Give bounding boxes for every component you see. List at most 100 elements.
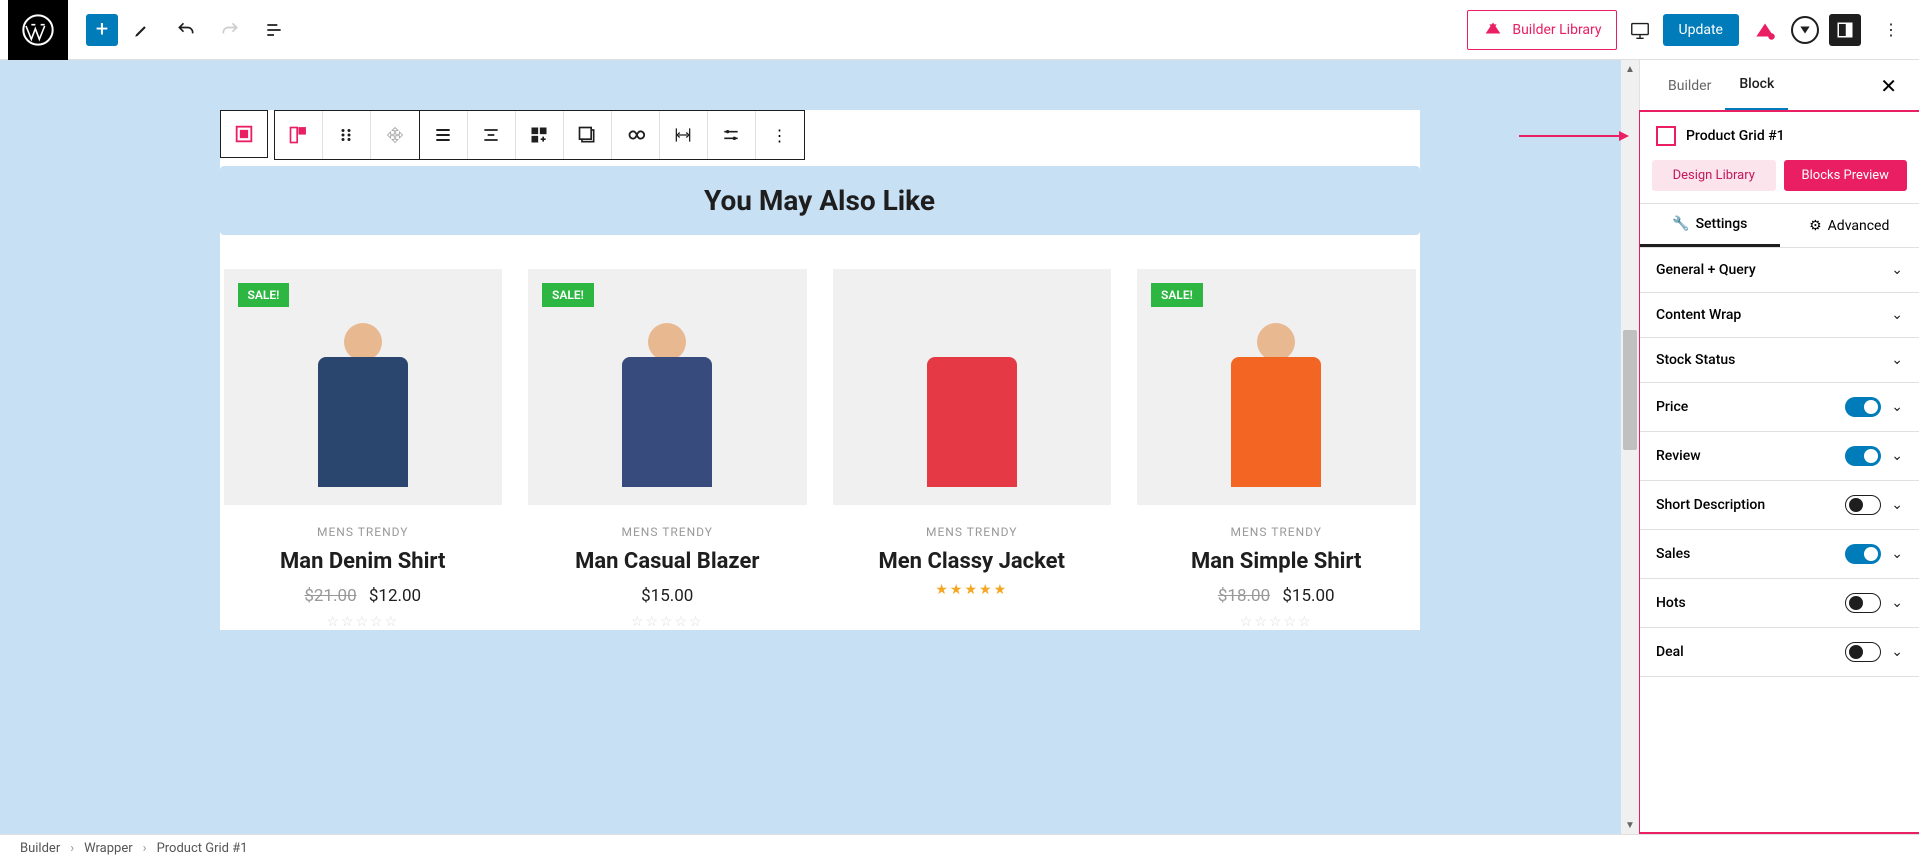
advanced-tab-label: Advanced	[1828, 218, 1890, 234]
redo-icon[interactable]	[210, 10, 250, 50]
update-button[interactable]: Update	[1663, 14, 1739, 46]
product-rating: ★★★★★	[833, 582, 1112, 598]
gear-icon: ⚙	[1809, 218, 1822, 234]
chevron-down-icon: ⌄	[1891, 644, 1903, 660]
product-card[interactable]: MENS TRENDY Men Classy Jacket ★★★★★	[833, 269, 1112, 630]
advanced-tab[interactable]: ⚙ Advanced	[1780, 204, 1919, 247]
align-justify-icon[interactable]	[420, 111, 468, 159]
sale-badge: SALE!	[1151, 283, 1203, 307]
toggle-switch[interactable]	[1845, 495, 1881, 515]
product-category: MENS TRENDY	[833, 525, 1112, 539]
chevron-down-icon: ⌄	[1891, 399, 1903, 415]
chevron-down-icon: ⌄	[1891, 546, 1903, 562]
product-category: MENS TRENDY	[1137, 525, 1416, 539]
block-select-icon[interactable]	[275, 111, 323, 159]
panel-price[interactable]: Price ⌄	[1640, 383, 1919, 432]
blocks-preview-button[interactable]: Blocks Preview	[1784, 160, 1908, 191]
section-title-bar[interactable]: You May Also Like	[220, 166, 1420, 235]
sidebar-toggle-icon[interactable]	[1829, 14, 1861, 46]
breadcrumb-separator: ›	[143, 841, 147, 856]
more-menu-icon[interactable]: ⋮	[1871, 10, 1911, 50]
toggle-switch[interactable]	[1845, 593, 1881, 613]
scroll-thumb[interactable]	[1623, 330, 1637, 450]
vertical-scrollbar[interactable]: ▲ ▼	[1621, 60, 1639, 834]
settings-tab[interactable]: 🔧 Settings	[1640, 204, 1780, 247]
tab-block[interactable]: Block	[1725, 60, 1788, 111]
layout-icon[interactable]	[516, 111, 564, 159]
product-rating: ☆☆☆☆☆	[1137, 614, 1416, 630]
design-library-button[interactable]: Design Library	[1652, 160, 1776, 191]
toggle-switch[interactable]	[1845, 544, 1881, 564]
chevron-down-icon: ⌄	[1891, 262, 1903, 278]
panel-deal[interactable]: Deal ⌄	[1640, 628, 1919, 677]
panel-review[interactable]: Review ⌄	[1640, 432, 1919, 481]
product-title: Man Casual Blazer	[528, 549, 807, 574]
product-category: MENS TRENDY	[224, 525, 503, 539]
toggle-switch[interactable]	[1845, 642, 1881, 662]
panel-title: Short Description	[1656, 497, 1845, 513]
wrench-icon: 🔧	[1672, 216, 1689, 232]
breadcrumb-separator: ›	[70, 841, 74, 856]
product-title: Man Denim Shirt	[224, 549, 503, 574]
chevron-down-icon: ⌄	[1891, 497, 1903, 513]
block-move-icon[interactable]	[371, 111, 419, 159]
panel-title: Hots	[1656, 595, 1845, 611]
breadcrumb-item[interactable]: Product Grid #1	[157, 841, 248, 856]
breadcrumb-item[interactable]: Wrapper	[84, 841, 133, 856]
panel-sales[interactable]: Sales ⌄	[1640, 530, 1919, 579]
block-type-icon[interactable]	[220, 110, 268, 158]
toggle-switch[interactable]	[1845, 397, 1881, 417]
topbar: + Builder Library Update ⋮	[0, 0, 1919, 60]
product-image: SALE!	[224, 269, 503, 505]
product-image	[833, 269, 1112, 505]
block-toolbar: ⋮	[220, 110, 1420, 160]
image-stack-icon[interactable]	[564, 111, 612, 159]
chevron-down-icon: ⌄	[1891, 352, 1903, 368]
undo-icon[interactable]	[166, 10, 206, 50]
close-icon[interactable]: ✕	[1872, 74, 1905, 98]
scroll-up-icon[interactable]: ▲	[1621, 60, 1639, 78]
sale-badge: SALE!	[542, 283, 594, 307]
panel-hots[interactable]: Hots ⌄	[1640, 579, 1919, 628]
panel-content-wrap[interactable]: Content Wrap ⌄	[1640, 293, 1919, 338]
width-icon[interactable]	[660, 111, 708, 159]
panel-title: Sales	[1656, 546, 1845, 562]
builder-library-button[interactable]: Builder Library	[1467, 10, 1616, 50]
product-title: Man Simple Shirt	[1137, 549, 1416, 574]
tab-builder[interactable]: Builder	[1654, 62, 1725, 110]
more-options-icon[interactable]: ⋮	[756, 111, 804, 159]
desktop-preview-icon[interactable]	[1627, 17, 1653, 43]
panel-stock-status[interactable]: Stock Status ⌄	[1640, 338, 1919, 383]
product-card[interactable]: SALE! MENS TRENDY Man Casual Blazer $15.…	[528, 269, 807, 630]
align-center-icon[interactable]	[468, 111, 516, 159]
canvas: ⋮ You May Also Like SALE! MENS TRENDY Ma…	[0, 60, 1639, 834]
product-price: $18.00 $15.00	[1137, 586, 1416, 606]
chevron-down-icon: ⌄	[1891, 448, 1903, 464]
product-image: SALE!	[528, 269, 807, 505]
scroll-down-icon[interactable]: ▼	[1621, 816, 1639, 834]
chevron-down-icon: ⌄	[1891, 595, 1903, 611]
wordpress-logo[interactable]	[8, 0, 68, 60]
breadcrumb-item[interactable]: Builder	[20, 841, 60, 856]
product-grid: SALE! MENS TRENDY Man Denim Shirt $21.00…	[220, 269, 1420, 630]
panel-title: Price	[1656, 399, 1845, 415]
infinity-icon[interactable]	[612, 111, 660, 159]
panel-title: Stock Status	[1656, 352, 1891, 368]
product-price: $15.00	[528, 586, 807, 606]
panel-title: Review	[1656, 448, 1845, 464]
list-view-icon[interactable]	[254, 10, 294, 50]
chevron-down-icon: ⌄	[1891, 307, 1903, 323]
block-icon	[1656, 126, 1676, 146]
panel-short-description[interactable]: Short Description ⌄	[1640, 481, 1919, 530]
sliders-icon[interactable]	[708, 111, 756, 159]
product-card[interactable]: SALE! MENS TRENDY Man Denim Shirt $21.00…	[224, 269, 503, 630]
app-icon-pink[interactable]	[1749, 14, 1781, 46]
toggle-switch[interactable]	[1845, 446, 1881, 466]
product-card[interactable]: SALE! MENS TRENDY Man Simple Shirt $18.0…	[1137, 269, 1416, 630]
edit-icon[interactable]	[122, 10, 162, 50]
panel-general-query[interactable]: General + Query ⌄	[1640, 248, 1919, 293]
block-drag-icon[interactable]	[323, 111, 371, 159]
app-icon-circle[interactable]	[1791, 16, 1819, 44]
add-block-button[interactable]: +	[86, 14, 118, 46]
block-name: Product Grid #1	[1686, 128, 1785, 144]
